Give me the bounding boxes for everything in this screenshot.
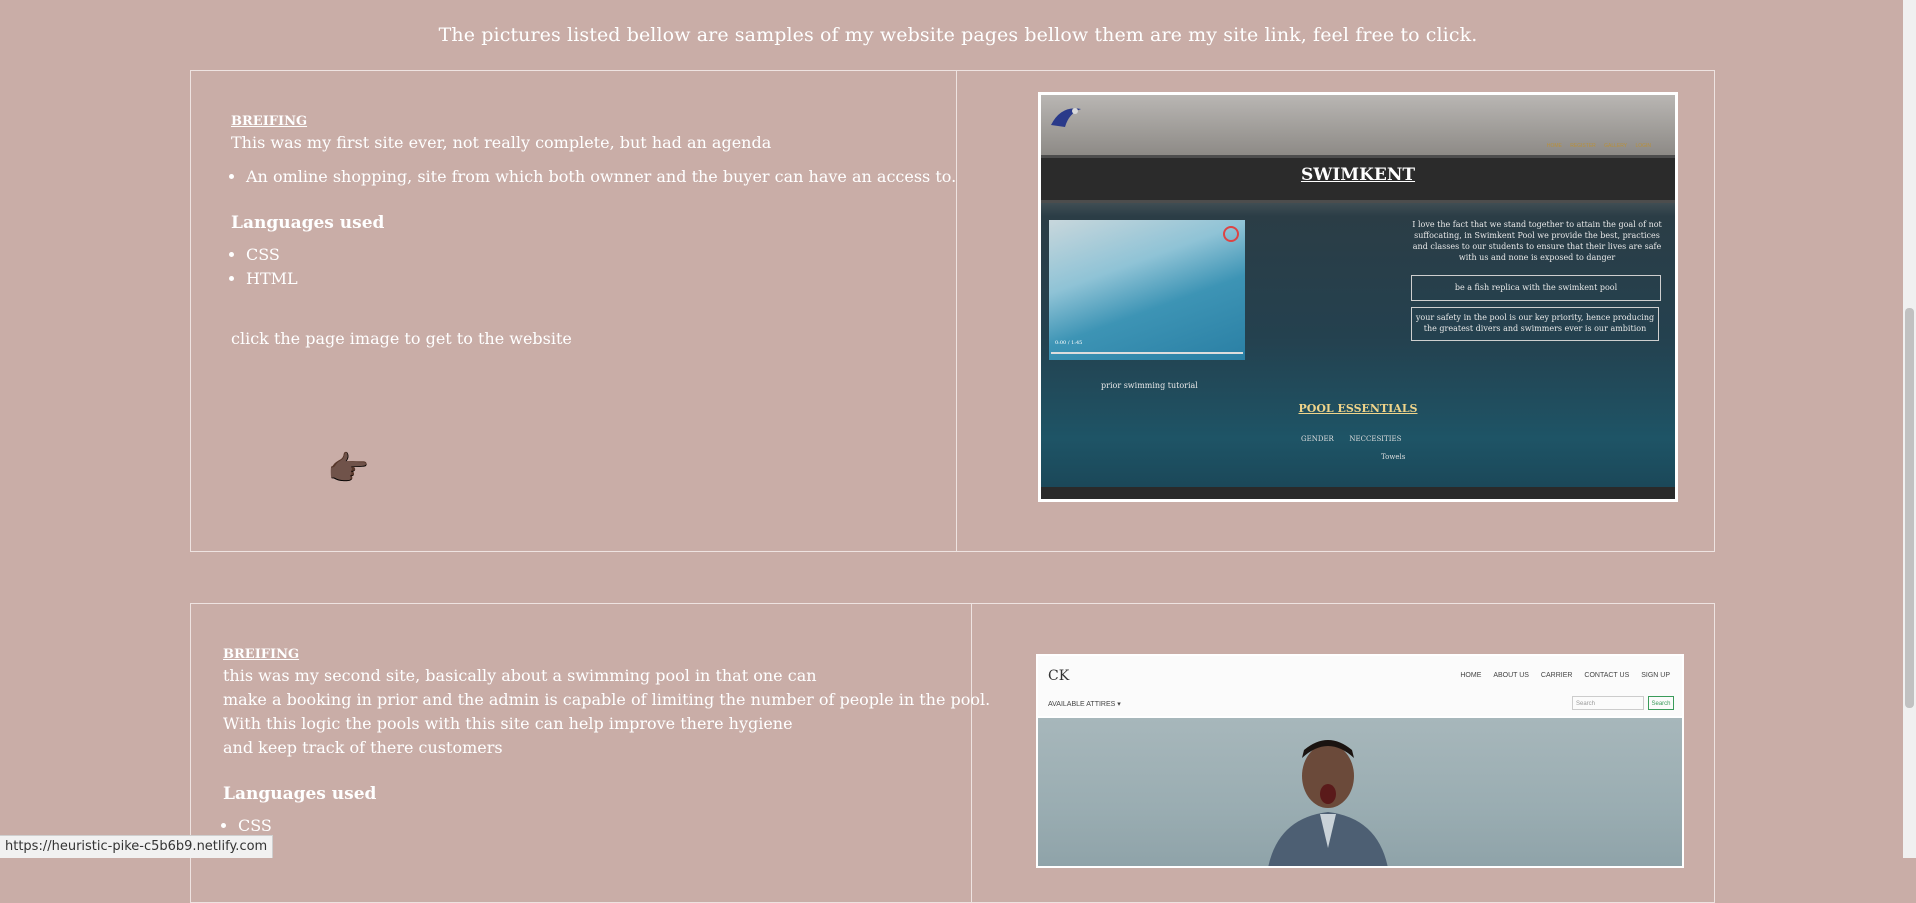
preview-nav: HOME ABOUT US CARRIER CONTACT US SIGN UP: [1450, 672, 1670, 679]
preview-search-input: Search: [1572, 696, 1644, 710]
preview-video: 0:00 / 1:45: [1049, 220, 1245, 360]
preview-nav-item: SIGN UP: [1641, 672, 1670, 679]
preview-nav-item: CONTACT US: [1584, 672, 1630, 679]
project-text-2: BREIFING this was my second site, basica…: [223, 646, 990, 838]
preview-nav-item: HOME: [1460, 672, 1482, 679]
swimkent-preview-link[interactable]: HOME REGISTER GALLERY LOGIN SWIMKENT 0:0…: [1038, 92, 1678, 502]
preview-section-title: POOL ESSENTIALS: [1298, 402, 1418, 415]
preview-box-2: your safety in the pool is our key prior…: [1411, 307, 1659, 341]
preview-nav-item: CARRIER: [1540, 672, 1573, 679]
intro-text: The pictures listed bellow are samples o…: [438, 24, 1478, 46]
preview-table-cell: Towels: [1381, 453, 1406, 461]
languages-list: CSS HTML: [231, 243, 956, 291]
briefing-label: BREIFING: [231, 114, 308, 129]
click-hint: click the page image to get to the websi…: [231, 329, 572, 348]
preview-nav-item: HOME: [1546, 143, 1562, 149]
video-progress: [1051, 352, 1243, 354]
preview-hero-photo: [1038, 718, 1682, 866]
scrollbar-thumb[interactable]: [1905, 308, 1914, 708]
preview-table: GENDER NECCESITIES Towels: [1301, 435, 1405, 461]
preview-table-header: GENDER: [1301, 435, 1334, 443]
preview-search-button: Search: [1648, 696, 1674, 710]
swimkent-logo-icon: [1051, 108, 1081, 127]
preview-title: SWIMKENT: [1300, 165, 1416, 185]
preview-quote: I love the fact that we stand together t…: [1412, 220, 1662, 262]
caret-down-icon: ▾: [1117, 701, 1121, 708]
person-illustration: [1268, 740, 1388, 866]
video-time: 0:00 / 1:45: [1055, 340, 1083, 346]
description-line: make a booking in prior and the admin is…: [223, 690, 991, 709]
bullet-item: An omline shopping, site from which both…: [246, 165, 956, 189]
description-line: and keep track of there customers: [223, 738, 503, 757]
ck-logo: CK: [1048, 668, 1070, 684]
project-text-1: BREIFING This was my first site ever, no…: [231, 113, 956, 351]
stop-icon: [1223, 226, 1239, 242]
bullet-list: An omline shopping, site from which both…: [231, 165, 956, 189]
preview-nav-item: REGISTER: [1570, 143, 1596, 149]
preview-nav: HOME REGISTER GALLERY LOGIN: [1547, 143, 1651, 149]
preview-dropdown-label: AVAILABLE ATTIRES: [1048, 701, 1116, 708]
preview-video-caption: prior swimming tutorial: [1101, 381, 1198, 390]
preview-dropdown: AVAILABLE ATTIRES ▾: [1048, 700, 1121, 708]
language-item: CSS: [238, 814, 990, 838]
description-line: this was my second site, basically about…: [223, 666, 817, 685]
preview-taskbar: [1041, 487, 1675, 499]
preview-box-1: be a fish replica with the swimkent pool: [1411, 275, 1661, 301]
preview-table-header: NECCESITIES: [1349, 435, 1402, 443]
briefing-label: BREIFING: [223, 647, 300, 662]
preview-nav-item: GALLERY: [1604, 143, 1628, 149]
preview-nav-item: LOGIN: [1635, 143, 1651, 149]
languages-heading: Languages used: [223, 784, 377, 804]
languages-heading: Languages used: [231, 213, 385, 233]
description-line: With this logic the pools with this site…: [223, 714, 793, 733]
description-line: This was my first site ever, not really …: [231, 133, 772, 152]
language-item: CSS: [246, 243, 956, 267]
backhand-index-pointing-right-icon: 👉🏿: [327, 449, 370, 489]
status-bar-url: https://heuristic-pike-c5b6b9.netlify.co…: [0, 835, 274, 858]
languages-list: CSS: [223, 814, 990, 838]
preview-nav-item: ABOUT US: [1493, 672, 1529, 679]
language-item: HTML: [246, 267, 956, 291]
page-scrollbar[interactable]: [1903, 0, 1916, 858]
ck-preview-link[interactable]: CK HOME ABOUT US CARRIER CONTACT US SIGN…: [1036, 654, 1684, 868]
